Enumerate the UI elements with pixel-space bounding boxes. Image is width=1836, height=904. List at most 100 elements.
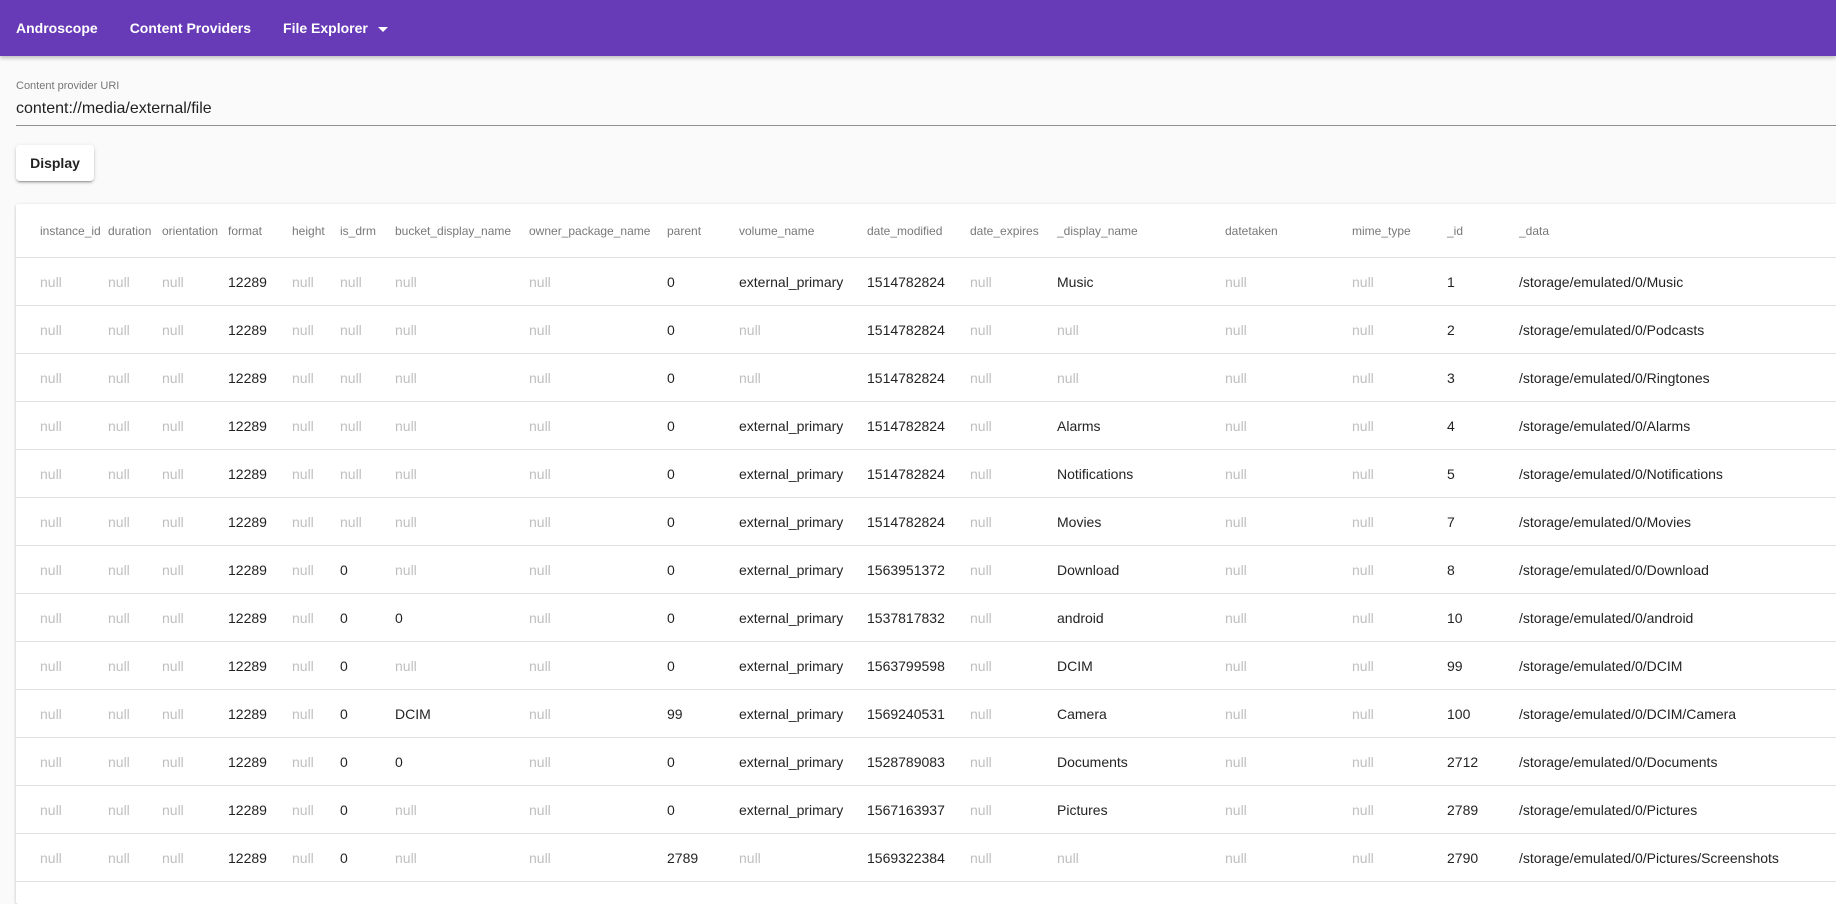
table-cell: null xyxy=(340,353,395,402)
table-cell: 1514782824 xyxy=(867,353,970,402)
table-row[interactable]: null null null 12289 null null null null 0 null 15… xyxy=(16,305,1836,354)
table-cell: 0 xyxy=(667,737,739,786)
nav-file-explorer[interactable]: File Explorer xyxy=(267,0,404,56)
table-cell: Notifications xyxy=(1057,449,1225,498)
table-cell: null xyxy=(292,593,340,642)
table-cell: null xyxy=(16,641,108,690)
table-cell: null xyxy=(108,737,162,786)
table-row[interactable]: null null null 12289 null 0 0 null 0 external_pri… xyxy=(16,737,1836,786)
table-cell: null xyxy=(395,257,529,306)
display-button[interactable]: Display xyxy=(16,145,94,181)
table-cell: null xyxy=(340,449,395,498)
table-row[interactable]: null null null 12289 null 0 DCIM null 99 external… xyxy=(16,689,1836,738)
nav-file-explorer-label: File Explorer xyxy=(283,20,368,36)
table-cell: 0 xyxy=(667,785,739,834)
table-cell: null xyxy=(292,785,340,834)
column-header: is_drm xyxy=(340,204,395,258)
table-cell: null xyxy=(1225,737,1352,786)
table-cell: DCIM xyxy=(1057,641,1225,690)
chevron-down-icon xyxy=(377,26,388,32)
table-cell: null xyxy=(16,353,108,402)
table-cell: null xyxy=(1225,593,1352,642)
table-cell: /storage/emulated/0/DCIM xyxy=(1519,641,1836,690)
table-cell: null xyxy=(395,785,529,834)
table-cell: 0 xyxy=(667,593,739,642)
table-row[interactable]: null null null 12289 null 0 null null 0 external_… xyxy=(16,545,1836,594)
table-cell: null xyxy=(529,545,667,594)
table-cell: 10 xyxy=(1447,593,1519,642)
table-cell: null xyxy=(16,737,108,786)
table-cell: null xyxy=(1352,689,1447,738)
table-cell: /storage/emulated/0/android xyxy=(1519,593,1836,642)
table-cell: null xyxy=(340,257,395,306)
table-row[interactable]: null null null 12289 null 0 null null 2789 null 15… xyxy=(16,833,1836,882)
table-cell: null xyxy=(1225,689,1352,738)
table-cell: external_primary xyxy=(739,785,867,834)
table-cell: /storage/emulated/0/Pictures xyxy=(1519,785,1836,834)
table-cell: 0 xyxy=(667,401,739,450)
table-cell: 1569322384 xyxy=(867,833,970,882)
nav-brand-androscope[interactable]: Androscope xyxy=(0,0,114,56)
table-row[interactable]: null null null 12289 null null null null 0 extern… xyxy=(16,497,1836,546)
table-cell: null xyxy=(970,545,1057,594)
table-cell: 1567163937 xyxy=(867,785,970,834)
table-cell: null xyxy=(739,353,867,402)
table-cell: null xyxy=(108,689,162,738)
table-cell: null xyxy=(395,545,529,594)
table-row[interactable]: null null null 12289 null 0 null null 0 external_… xyxy=(16,641,1836,690)
table-row[interactable]: null null null 12289 null null null null 0 null 15… xyxy=(16,353,1836,402)
table-cell: null xyxy=(970,305,1057,354)
table-cell: null xyxy=(340,497,395,546)
table-cell: 1514782824 xyxy=(867,497,970,546)
table-row[interactable]: null null null 12289 null null null null 0 extern… xyxy=(16,257,1836,306)
uri-field: Content provider URI xyxy=(16,80,1836,126)
column-header: _data xyxy=(1519,204,1836,258)
table-cell: 12289 xyxy=(228,593,292,642)
column-header: orientation xyxy=(162,204,228,258)
table-cell: 0 xyxy=(340,593,395,642)
table-cell: 1528789083 xyxy=(867,737,970,786)
table-cell: /storage/emulated/0/Alarms xyxy=(1519,401,1836,450)
table-cell: null xyxy=(970,641,1057,690)
table-cell: null xyxy=(162,689,228,738)
results-table: instance_id duration orientation format heig… xyxy=(16,204,1836,882)
table-cell: null xyxy=(1225,257,1352,306)
table-cell: null xyxy=(529,449,667,498)
table-cell: null xyxy=(108,545,162,594)
table-cell: 0 xyxy=(667,257,739,306)
uri-label: Content provider URI xyxy=(16,80,120,92)
table-cell: 0 xyxy=(340,785,395,834)
table-cell: null xyxy=(292,305,340,354)
table-cell: 12289 xyxy=(228,689,292,738)
table-cell: null xyxy=(970,353,1057,402)
table-cell: null xyxy=(1352,833,1447,882)
uri-input[interactable] xyxy=(16,100,1816,118)
table-cell: null xyxy=(292,401,340,450)
nav-content-providers[interactable]: Content Providers xyxy=(114,0,267,56)
column-header: parent xyxy=(667,204,739,258)
table-cell: null xyxy=(970,785,1057,834)
table-cell: 0 xyxy=(340,833,395,882)
table-row[interactable]: null null null 12289 null null null null 0 extern… xyxy=(16,401,1836,450)
table-cell: null xyxy=(292,257,340,306)
column-header: duration xyxy=(108,204,162,258)
table-cell: null xyxy=(162,785,228,834)
table-cell: null xyxy=(395,401,529,450)
table-cell: null xyxy=(1225,641,1352,690)
table-row[interactable]: null null null 12289 null 0 null null 0 external_… xyxy=(16,785,1836,834)
column-header: bucket_display_name xyxy=(395,204,529,258)
table-cell: null xyxy=(529,497,667,546)
table-row[interactable]: null null null 12289 null null null null 0 extern… xyxy=(16,449,1836,498)
table-cell: null xyxy=(1352,401,1447,450)
table-cell: null xyxy=(16,305,108,354)
table-cell: null xyxy=(529,689,667,738)
table-cell: 12289 xyxy=(228,449,292,498)
table-cell: 1563951372 xyxy=(867,545,970,594)
column-header: date_modified xyxy=(867,204,970,258)
table-cell: null xyxy=(292,689,340,738)
table-cell: null xyxy=(395,305,529,354)
table-cell: null xyxy=(108,497,162,546)
table-row[interactable]: null null null 12289 null 0 0 null 0 external_pri… xyxy=(16,593,1836,642)
table-cell: 3 xyxy=(1447,353,1519,402)
table-cell: null xyxy=(16,545,108,594)
